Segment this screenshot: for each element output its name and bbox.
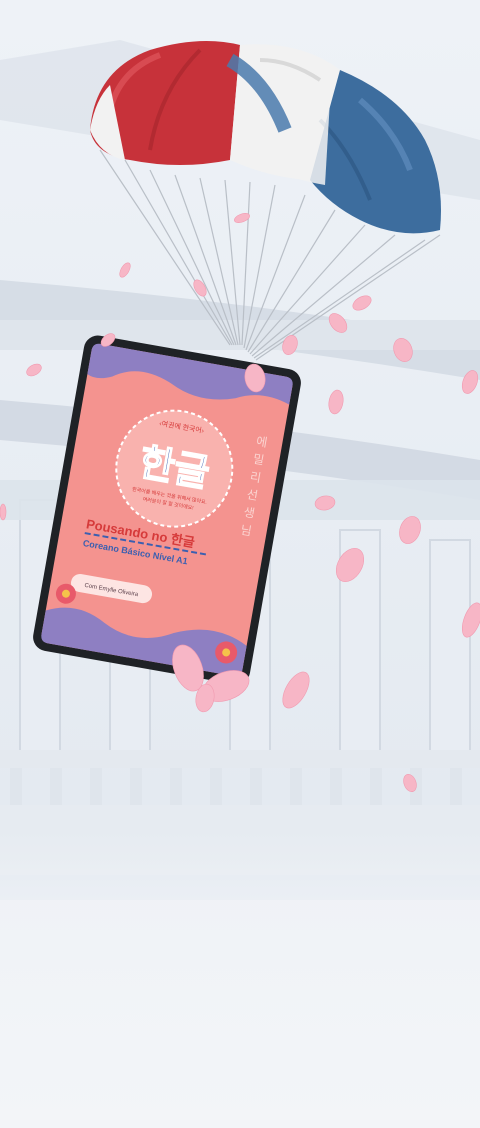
ground-fog <box>0 830 480 1128</box>
cherry-blossom-petal-icon <box>328 389 344 415</box>
cherry-blossom-petal-icon <box>282 671 310 709</box>
cherry-blossom-petal-icon <box>403 773 417 793</box>
cherry-blossom-petal-icon <box>461 370 479 394</box>
cherry-blossom-petal-icon <box>0 503 7 521</box>
hero-illustration: ‹여권에 한국어› 한글 한국어를 배우는 것을 위해서 많아요. 여러분이 잘… <box>0 0 480 1128</box>
cherry-blossom-petal-icon <box>282 335 298 355</box>
cherry-blossom-petal-icon <box>335 547 365 583</box>
cherry-blossom-petal-icon <box>314 495 336 511</box>
cherry-blossom-petal-icon <box>399 516 421 544</box>
cherry-blossom-petal-icon <box>119 262 131 278</box>
parachute-icon <box>90 41 441 361</box>
cherry-blossom-petal-icon <box>328 313 348 333</box>
cherry-blossom-petal-icon <box>461 602 480 638</box>
cherry-blossom-petal-icon <box>393 338 413 362</box>
cherry-blossom-petal-icon <box>352 295 372 311</box>
cherry-blossom-petal-icon <box>26 363 42 377</box>
